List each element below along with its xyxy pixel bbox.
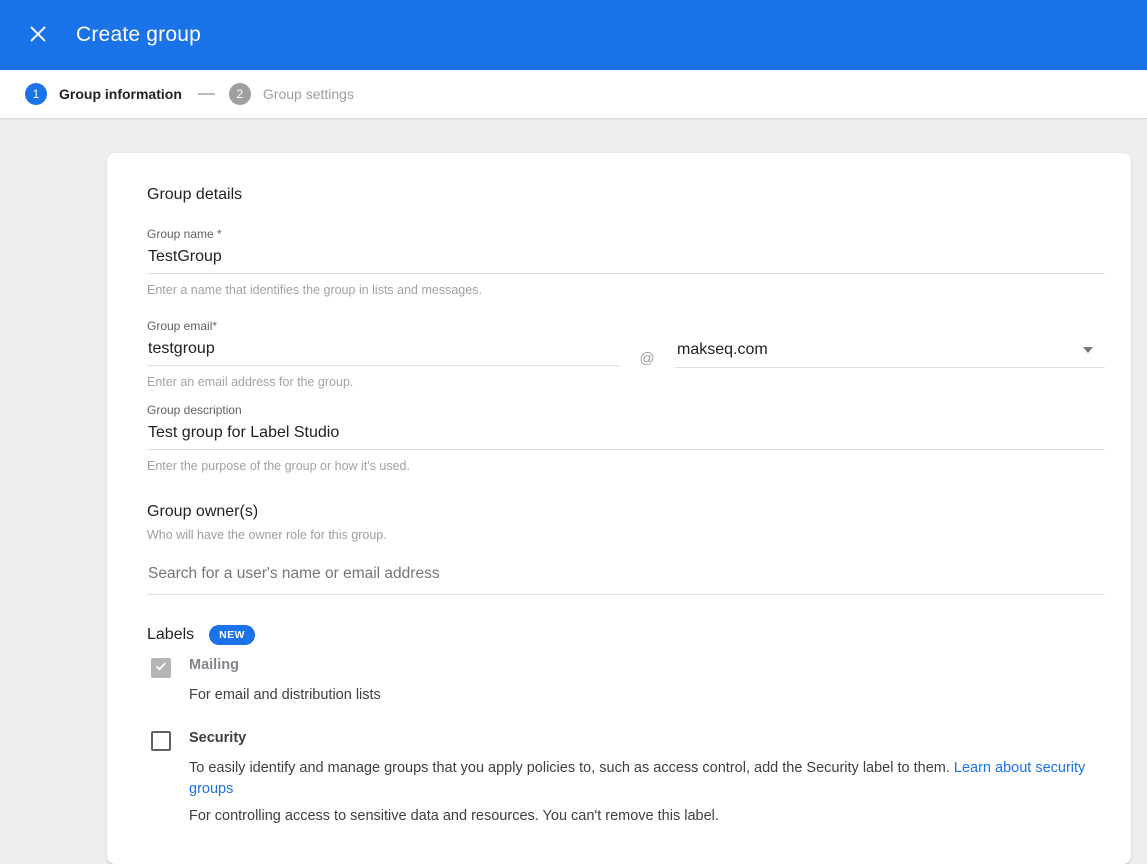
group-name-helper: Enter a name that identifies the group i…: [147, 283, 1105, 297]
at-sign: @: [619, 319, 675, 367]
domain-select[interactable]: makseq.com: [675, 341, 1105, 368]
step-1-circle: 1: [25, 83, 47, 105]
group-description-field: Group description Enter the purpose of t…: [147, 403, 1105, 473]
mailing-label: Mailing: [189, 657, 1105, 673]
step-1-label: Group information: [59, 86, 182, 102]
security-description: To easily identify and manage groups tha…: [189, 758, 1105, 800]
owner-search-input[interactable]: [147, 565, 1105, 595]
new-badge: NEW: [209, 625, 255, 645]
labels-section: Labels NEW Mailing For email: [147, 625, 1105, 827]
security-description-extra: For controlling access to sensitive data…: [189, 806, 1105, 827]
group-email-input[interactable]: [147, 340, 619, 366]
labels-title: Labels: [147, 626, 194, 644]
group-email-label: Group email*: [147, 319, 619, 333]
group-owners-title: Group owner(s): [147, 503, 1105, 521]
domain-selected-value: makseq.com: [677, 341, 1083, 359]
group-email-helper: Enter an email address for the group.: [147, 375, 619, 389]
mailing-checkbox-checked: [151, 658, 171, 678]
stepper: 1 Group information 2 Group settings: [0, 70, 1147, 119]
group-name-label: Group name *: [147, 227, 1105, 241]
security-checkbox[interactable]: [151, 731, 171, 751]
mailing-description: For email and distribution lists: [189, 685, 1105, 706]
checkmark-icon: [154, 659, 168, 678]
content-area: Group details Group name * Enter a name …: [0, 119, 1147, 864]
label-row-security: Security To easily identify and manage g…: [147, 730, 1105, 827]
group-owners-section: Group owner(s) Who will have the owner r…: [147, 503, 1105, 595]
step-2-label: Group settings: [263, 86, 354, 102]
step-group-settings: 2 Group settings: [229, 83, 354, 105]
section-title-group-details: Group details: [147, 186, 1105, 204]
step-connector: [198, 93, 215, 95]
group-owners-subtitle: Who will have the owner role for this gr…: [147, 528, 1105, 542]
label-row-mailing: Mailing For email and distribution lists: [147, 657, 1105, 706]
group-description-input[interactable]: [147, 424, 1105, 450]
group-name-input[interactable]: [147, 248, 1105, 274]
close-icon: [27, 23, 49, 48]
security-label: Security: [189, 730, 1105, 746]
group-description-helper: Enter the purpose of the group or how it…: [147, 459, 1105, 473]
step-group-information: 1 Group information: [25, 83, 182, 105]
chevron-down-icon: [1083, 347, 1093, 353]
group-description-label: Group description: [147, 403, 1105, 417]
page-title: Create group: [76, 23, 201, 47]
group-email-field: Group email* Enter an email address for …: [147, 319, 1105, 389]
group-name-field: Group name * Enter a name that identifie…: [147, 227, 1105, 297]
step-2-circle: 2: [229, 83, 251, 105]
close-button[interactable]: [21, 18, 55, 52]
appbar: Create group: [0, 0, 1147, 70]
group-details-card: Group details Group name * Enter a name …: [107, 153, 1131, 864]
